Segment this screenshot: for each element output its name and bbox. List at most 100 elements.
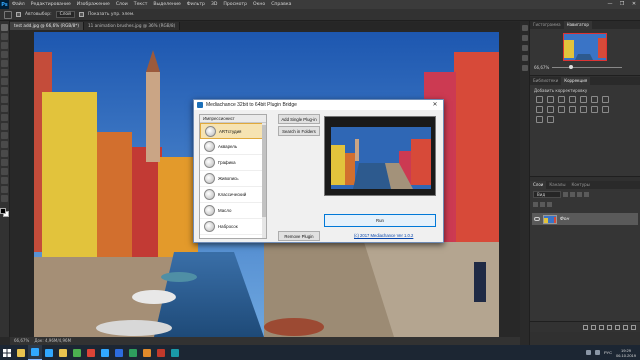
new-layer-icon[interactable] [623, 324, 628, 330]
character-icon[interactable] [521, 55, 528, 61]
zoom-readout[interactable]: 66,67% [14, 338, 29, 343]
plugin-list-scrollbar[interactable] [262, 123, 266, 238]
quick-select-tool-icon[interactable] [1, 51, 8, 58]
version-link[interactable]: (c) 2017 Mediachance Ver 1.0.2 [354, 233, 413, 238]
filter-shape-icon[interactable] [584, 192, 589, 197]
history-brush-tool-icon[interactable] [1, 105, 8, 112]
group-icon[interactable] [615, 324, 620, 330]
rectangle-tool-icon[interactable] [1, 177, 8, 184]
maximize-button[interactable]: ❐ [616, 0, 628, 9]
gradient-tool-icon[interactable] [1, 123, 8, 130]
photo-filter-icon[interactable] [547, 106, 554, 113]
remove-plugin-button[interactable]: Remove Plugin [278, 231, 320, 241]
move-tool-preset-icon[interactable] [4, 10, 12, 19]
menu-select[interactable]: Выделение [150, 2, 183, 7]
eraser-tool-icon[interactable] [1, 114, 8, 121]
tab-navigator[interactable]: Навигатор [563, 21, 592, 29]
invert-icon[interactable] [580, 106, 587, 113]
menu-file[interactable]: Файл [9, 2, 28, 7]
exposure-icon[interactable] [569, 96, 576, 103]
filter-pixel-icon[interactable] [563, 192, 568, 197]
plugin-list[interactable]: Импрессионист ARTстудия Акварель Графика… [199, 114, 267, 239]
plugin-item[interactable]: Классический [200, 187, 266, 203]
taskbar-explorer[interactable] [14, 345, 28, 360]
gradient-map-icon[interactable] [536, 116, 543, 123]
taskbar-photoshop-2[interactable] [42, 345, 56, 360]
taskbar-ps-3[interactable] [98, 345, 112, 360]
move-tool-icon[interactable] [1, 24, 8, 31]
auto-select-checkbox[interactable] [16, 12, 21, 17]
show-transform-checkbox[interactable] [78, 12, 84, 17]
plugin-item[interactable]: Акварель [200, 139, 266, 155]
plugin-item[interactable]: ARTстудия [200, 123, 266, 139]
black-white-icon[interactable] [536, 106, 543, 113]
eye-icon[interactable] [534, 217, 540, 221]
menu-view[interactable]: Просмотр [220, 2, 250, 7]
run-button[interactable]: Run [324, 214, 436, 227]
tab-document-1[interactable]: test add.jpg @ 66,6% (RGB/8*) [10, 22, 85, 30]
taskbar-app-blue[interactable] [112, 345, 126, 360]
navigator-zoom-value[interactable]: 66,67% [534, 65, 549, 70]
hue-saturation-icon[interactable] [591, 96, 598, 103]
crop-tool-icon[interactable] [1, 60, 8, 67]
tab-adjustments[interactable]: Коррекция [561, 77, 591, 85]
lock-all-icon[interactable] [547, 202, 552, 207]
close-button[interactable]: ✕ [628, 0, 640, 9]
menu-window[interactable]: Окно [250, 2, 268, 7]
healing-tool-icon[interactable] [1, 78, 8, 85]
eyedropper-tool-icon[interactable] [1, 69, 8, 76]
color-lookup-icon[interactable] [569, 106, 576, 113]
marquee-tool-icon[interactable] [1, 33, 8, 40]
taskbar-app-green[interactable] [126, 345, 140, 360]
taskbar-browser[interactable] [70, 345, 84, 360]
taskbar-app-red[interactable] [154, 345, 168, 360]
plugin-item[interactable]: Масло [200, 203, 266, 219]
posterize-icon[interactable] [591, 106, 598, 113]
taskbar-app-teal[interactable] [168, 345, 182, 360]
menu-help[interactable]: Справка [268, 2, 294, 7]
tab-document-2[interactable]: 11 animation brushes.jpg @ 36% (RGB/8) [84, 22, 181, 30]
navigator-thumbnail[interactable] [563, 33, 607, 61]
tab-paths[interactable]: Контуры [568, 181, 592, 189]
lock-position-icon[interactable] [540, 202, 545, 207]
color-balance-icon[interactable] [602, 96, 609, 103]
clone-stamp-tool-icon[interactable] [1, 96, 8, 103]
menu-type[interactable]: Текст [131, 2, 151, 7]
menu-image[interactable]: Изображение [74, 2, 113, 7]
brushes-icon[interactable] [521, 45, 528, 51]
input-language[interactable]: РУС [604, 350, 612, 355]
lasso-tool-icon[interactable] [1, 42, 8, 49]
clock[interactable]: 19:29 06.10.2019 [616, 348, 636, 358]
menu-filter[interactable]: Фильтр [184, 2, 208, 7]
zoom-slider[interactable] [552, 65, 623, 69]
search-folders-button[interactable]: Search in Folders [278, 126, 320, 136]
menu-3d[interactable]: 3D [208, 2, 220, 7]
menu-edit[interactable]: Редактирование [28, 2, 74, 7]
volume-icon[interactable] [594, 350, 600, 355]
pen-tool-icon[interactable] [1, 150, 8, 157]
tab-channels[interactable]: Каналы [546, 181, 568, 189]
filter-type-icon[interactable] [577, 192, 582, 197]
adjustment-layer-icon[interactable] [607, 324, 612, 330]
tab-layers[interactable]: Слои [530, 181, 547, 189]
add-plugin-button[interactable]: Add Single Plug-in [278, 114, 320, 124]
scrollbar-thumb[interactable] [262, 125, 266, 217]
hand-tool-icon[interactable] [1, 186, 8, 193]
trash-icon[interactable] [631, 324, 636, 330]
taskbar-chrome[interactable] [84, 345, 98, 360]
taskbar-app-orange[interactable] [140, 345, 154, 360]
tab-libraries[interactable]: Библиотеки [530, 77, 561, 85]
type-tool-icon[interactable] [1, 159, 8, 166]
layer-kind-filter[interactable]: Вид [533, 191, 561, 198]
link-layers-icon[interactable] [583, 324, 588, 330]
plugin-item[interactable]: Графика [200, 155, 266, 171]
history-icon[interactable] [521, 25, 528, 31]
dodge-tool-icon[interactable] [1, 141, 8, 148]
plugin-item[interactable]: Живопись [200, 171, 266, 187]
paragraph-icon[interactable] [521, 65, 528, 71]
plugin-group-header[interactable]: Импрессионист [200, 115, 266, 123]
brightness-contrast-icon[interactable] [536, 96, 543, 103]
selective-color-icon[interactable] [547, 116, 554, 123]
taskbar-folder[interactable] [56, 345, 70, 360]
dialog-close-button[interactable]: ✕ [427, 100, 443, 110]
